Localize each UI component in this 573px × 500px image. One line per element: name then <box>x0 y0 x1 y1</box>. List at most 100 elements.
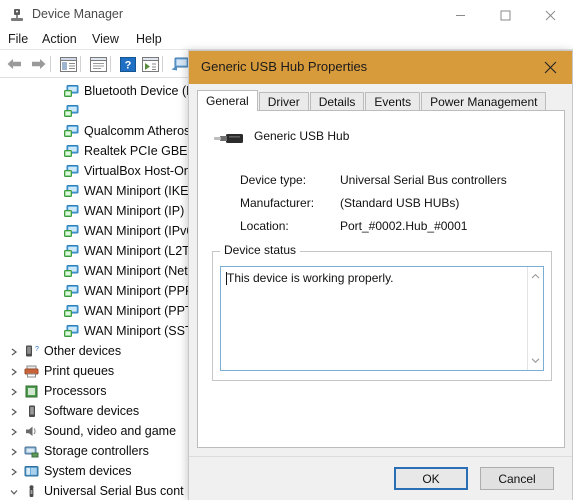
help-icon[interactable]: ? <box>118 54 138 74</box>
device-status-legend: Device status <box>220 243 301 257</box>
other-devices-icon: ? <box>22 342 40 361</box>
properties-icon[interactable] <box>88 54 108 74</box>
svg-text:?: ? <box>125 59 132 71</box>
network-adapter-icon <box>62 182 80 201</box>
tab-general[interactable]: General <box>197 90 258 111</box>
close-icon[interactable] <box>528 0 573 30</box>
network-adapter-icon <box>62 82 80 101</box>
maximize-icon[interactable] <box>483 0 528 30</box>
show-hide-console-tree-icon[interactable] <box>58 54 78 74</box>
device-type-label: Device type: <box>240 173 307 187</box>
chevron-down-icon[interactable] <box>528 353 543 368</box>
tree-item-label: Other devices <box>44 344 122 358</box>
network-adapter-icon <box>62 242 80 261</box>
menu-action[interactable]: Action <box>42 32 77 48</box>
properties-dialog: Generic USB Hub Properties General Drive… <box>188 50 573 500</box>
chevron-right-icon[interactable] <box>6 422 22 441</box>
forward-icon[interactable] <box>28 54 48 74</box>
close-icon[interactable] <box>528 51 572 84</box>
tree-item-label: Storage controllers <box>44 444 149 458</box>
tree-chevron-none <box>46 182 62 201</box>
chevron-right-icon[interactable] <box>6 442 22 461</box>
tab-events[interactable]: Events <box>365 92 421 111</box>
tab-driver[interactable]: Driver <box>258 92 309 111</box>
tree-chevron-none <box>46 262 62 281</box>
tree-item-label: Realtek PCIe GBE Fa <box>84 144 206 158</box>
usb-controller-icon <box>22 482 40 500</box>
menu-help[interactable]: Help <box>136 32 162 48</box>
dialog-title: Generic USB Hub Properties <box>201 59 368 74</box>
network-adapter-icon <box>62 122 80 141</box>
tree-chevron-none <box>46 302 62 321</box>
network-adapter-icon <box>62 142 80 161</box>
tree-item-label: WAN Miniport (L2TF <box>84 244 198 258</box>
location-value: Port_#0002.Hub_#0001 <box>340 219 468 233</box>
device-manager-window: Device Manager File Action View Help ? B… <box>0 0 573 500</box>
tree-item-label: Qualcomm Atheros <box>84 124 191 138</box>
dialog-titlebar: Generic USB Hub Properties <box>189 51 572 84</box>
toolbar-divider <box>50 56 51 72</box>
device-status-textbox[interactable]: This device is working properly. <box>220 266 544 371</box>
tree-item-label: WAN Miniport (SSTF <box>84 324 201 338</box>
tree-item-label: WAN Miniport (Netv <box>84 264 194 278</box>
tree-item-label: WAN Miniport (PPP <box>84 284 194 298</box>
menu-file[interactable]: File <box>8 32 28 48</box>
tree-chevron-none <box>46 202 62 221</box>
tree-chevron-none <box>46 162 62 181</box>
toolbar-divider-2 <box>80 56 81 72</box>
chevron-right-icon[interactable] <box>6 402 22 421</box>
tab-panel-general: Generic USB Hub Device type: Universal S… <box>197 110 565 448</box>
usb-plug-icon <box>212 127 246 151</box>
sound-device-icon <box>22 422 40 441</box>
tree-chevron-none <box>46 102 62 121</box>
device-status-text: This device is working properly. <box>227 271 394 285</box>
device-type-value: Universal Serial Bus controllers <box>340 173 507 187</box>
chevron-up-icon[interactable] <box>528 269 543 284</box>
tree-item-label: WAN Miniport (IP) <box>84 204 185 218</box>
tab-power-management[interactable]: Power Management <box>421 92 547 111</box>
tree-item-label: Processors <box>44 384 107 398</box>
minimize-icon[interactable] <box>438 0 483 30</box>
chevron-right-icon[interactable] <box>6 342 22 361</box>
network-adapter-icon <box>62 262 80 281</box>
manufacturer-label: Manufacturer: <box>240 196 315 210</box>
software-device-icon <box>22 402 40 421</box>
tree-item-label: Print queues <box>44 364 115 378</box>
scan-hardware-changes-icon[interactable] <box>170 54 190 74</box>
dialog-footer: OK Cancel <box>189 456 572 500</box>
ok-button[interactable]: OK <box>394 467 468 490</box>
tree-item-label: Bluetooth Device (R <box>84 84 196 98</box>
dialog-body: General Driver Details Events Power Mana… <box>189 84 572 500</box>
tree-chevron-none <box>46 222 62 241</box>
menu-view[interactable]: View <box>92 32 119 48</box>
print-queue-icon <box>22 362 40 381</box>
tree-item-label: Software devices <box>44 404 140 418</box>
status-scrollbar[interactable] <box>527 267 543 370</box>
tree-chevron-none <box>46 282 62 301</box>
device-manager-icon <box>10 8 24 22</box>
chevron-down-icon[interactable] <box>6 482 22 500</box>
network-adapter-icon <box>62 222 80 241</box>
storage-controller-icon <box>22 442 40 461</box>
toolbar-divider-4 <box>162 56 163 72</box>
device-name: Generic USB Hub <box>254 129 350 143</box>
network-adapter-icon <box>62 102 80 121</box>
network-adapter-icon <box>62 322 80 341</box>
tab-details[interactable]: Details <box>309 92 365 111</box>
network-adapter-icon <box>62 302 80 321</box>
tree-chevron-none <box>46 122 62 141</box>
tree-item-label: Universal Serial Bus cont <box>44 484 184 498</box>
chevron-right-icon[interactable] <box>6 382 22 401</box>
network-adapter-icon <box>62 202 80 221</box>
chevron-right-icon[interactable] <box>6 362 22 381</box>
window-title: Device Manager <box>32 7 124 21</box>
manufacturer-value: (Standard USB HUBs) <box>340 196 460 210</box>
update-driver-icon[interactable] <box>140 54 160 74</box>
network-adapter-icon <box>62 162 80 181</box>
tree-item-label: WAN Miniport (IKEv <box>84 184 195 198</box>
tree-item-label: VirtualBox Host-Onl <box>84 164 194 178</box>
back-icon[interactable] <box>4 54 24 74</box>
chevron-right-icon[interactable] <box>6 462 22 481</box>
cancel-button[interactable]: Cancel <box>480 467 554 490</box>
tree-item-label: Sound, video and game <box>44 424 177 438</box>
